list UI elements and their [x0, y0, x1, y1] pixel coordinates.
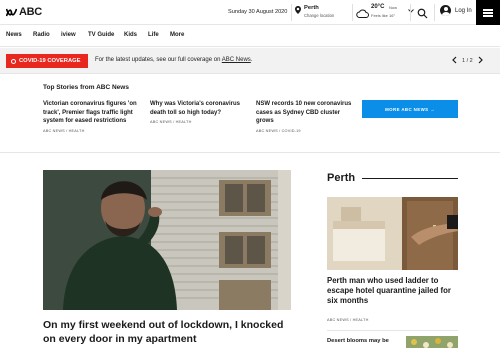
nav-item-more[interactable]: More	[170, 32, 184, 38]
cloud-icon	[356, 5, 369, 23]
banner-message: For the latest updates, see our full cov…	[95, 57, 252, 63]
feature-headline[interactable]: On my first weekend out of lockdown, I k…	[43, 318, 291, 346]
main-nav: News Radio iview TV Guide Kids Life More	[0, 25, 500, 47]
search-icon[interactable]	[417, 6, 428, 24]
location-pin-icon	[295, 6, 301, 16]
top-stories-heading: Top Stories from ABC News	[43, 84, 129, 91]
temperature-note: Now	[389, 5, 398, 10]
top-bar: ABC Sunday 30 August 2020 Perth Change l…	[0, 0, 500, 25]
feature-image[interactable]	[43, 170, 291, 310]
user-icon	[440, 5, 451, 16]
story-title[interactable]: Why was Victoria's coronavirus death tol…	[150, 100, 246, 117]
nav-item-iview[interactable]: iview	[61, 32, 76, 38]
login-label: Log In	[455, 7, 472, 14]
nav-item-news[interactable]: News	[6, 32, 22, 38]
temperature: 20°C	[371, 4, 385, 10]
top-story[interactable]: NSW records 10 new coronavirus cases as …	[256, 100, 352, 133]
section-rule	[362, 178, 458, 179]
covid-banner: COVID-19 COVERAGE For the latest updates…	[0, 48, 500, 74]
story-title[interactable]: Victorian coronavirus figures 'on track'…	[43, 100, 139, 126]
top-story[interactable]: Why was Victoria's coronavirus death tol…	[150, 100, 246, 124]
login-button[interactable]: Log In	[440, 5, 472, 16]
abc-logo[interactable]: ABC	[6, 6, 42, 18]
virus-icon	[11, 58, 16, 64]
covid-coverage-badge[interactable]: COVID-19 COVERAGE	[6, 54, 88, 68]
feels-like: Feels like 16°	[371, 13, 396, 18]
page-indicator: 1 / 2	[462, 58, 473, 64]
perth-second-headline[interactable]: Desert blooms may be	[327, 337, 402, 345]
menu-icon[interactable]	[476, 0, 500, 25]
nav-item-life[interactable]: Life	[148, 32, 159, 38]
section-divider	[0, 152, 500, 153]
chevron-left-icon[interactable]	[452, 56, 457, 66]
divider	[352, 4, 353, 21]
abc-logo-icon	[6, 8, 17, 17]
story-tags: ABC NEWS / HEALTH	[150, 120, 192, 124]
location-name: Perth	[304, 5, 319, 11]
banner-text: For the latest updates, see our full cov…	[95, 57, 221, 63]
abc-news-link[interactable]: ABC News	[222, 57, 251, 63]
logo-text: ABC	[19, 6, 42, 18]
chevron-right-icon[interactable]	[478, 56, 483, 66]
nav-item-radio[interactable]: Radio	[33, 32, 50, 38]
more-abc-news-button[interactable]: MORE ABC NEWS →	[362, 100, 458, 118]
banner-text-end: .	[250, 57, 253, 63]
current-date: Sunday 30 August 2020	[228, 9, 288, 15]
divider	[291, 4, 292, 21]
change-location-link[interactable]: Change location	[304, 13, 334, 18]
story-title[interactable]: NSW records 10 new coronavirus cases as …	[256, 100, 352, 126]
nav-item-kids[interactable]: Kids	[124, 32, 137, 38]
perth-lead-tags: ABC NEWS / HEALTH	[327, 318, 369, 322]
story-tags: ABC NEWS / COVID-19	[256, 128, 301, 133]
nav-item-tv-guide[interactable]: TV Guide	[88, 32, 114, 38]
banner-pager: 1 / 2	[452, 56, 483, 66]
perth-section-heading[interactable]: Perth	[327, 172, 355, 184]
list-divider	[327, 330, 458, 331]
perth-lead-headline[interactable]: Perth man who used ladder to escape hote…	[327, 276, 459, 306]
covid-badge-label: COVID-19 COVERAGE	[19, 58, 81, 64]
top-story[interactable]: Victorian coronavirus figures 'on track'…	[43, 100, 139, 133]
perth-second-thumbnail[interactable]	[406, 336, 458, 348]
divider	[410, 4, 411, 21]
chevron-down-icon[interactable]	[408, 9, 414, 15]
perth-lead-image[interactable]	[327, 197, 458, 270]
divider	[434, 4, 435, 21]
story-tags: ABC NEWS / HEALTH	[43, 128, 85, 133]
